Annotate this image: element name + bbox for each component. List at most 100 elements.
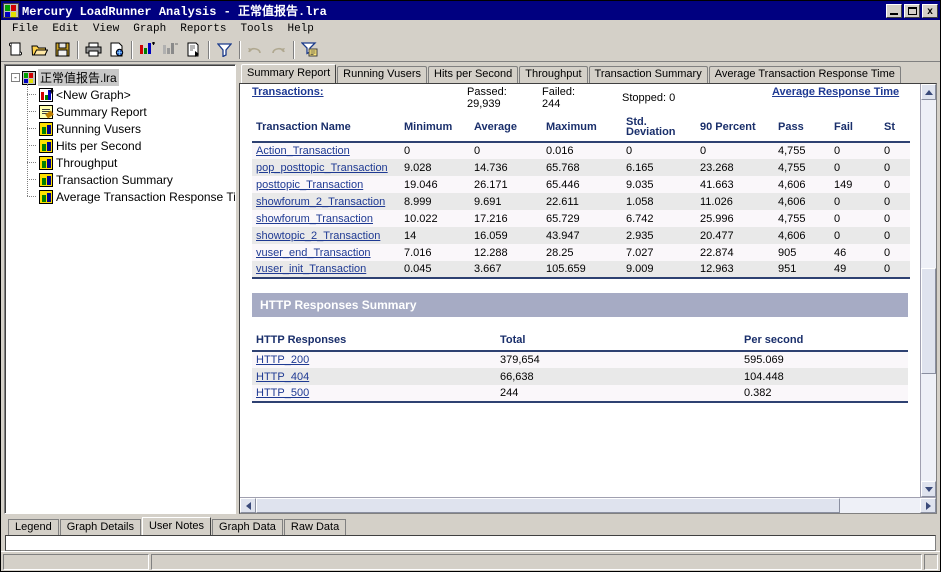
cell-pass: 4,606 <box>774 176 830 193</box>
cell-std: 9.035 <box>622 176 696 193</box>
table-row[interactable]: HTTP_404 66,638 104.448 <box>252 368 908 385</box>
tab-running-vusers[interactable]: Running Vusers <box>337 66 427 83</box>
transaction-name-link[interactable]: showtopic_2_Transaction <box>256 230 380 242</box>
http-response-link[interactable]: HTTP_500 <box>256 387 309 399</box>
tree-item-label: Transaction Summary <box>56 173 173 187</box>
cell-pass: 951 <box>774 261 830 278</box>
tab-graph-data[interactable]: Graph Data <box>212 519 283 535</box>
new-graph-icon[interactable] <box>136 39 158 60</box>
scroll-left-button[interactable] <box>240 498 256 513</box>
tree-item-new-graph[interactable]: + <New Graph> <box>27 86 233 103</box>
graph-icon <box>39 156 53 170</box>
tab-legend[interactable]: Legend <box>8 519 59 535</box>
tree-item-hits-per-second[interactable]: Hits per Second <box>27 137 233 154</box>
horizontal-scroll-thumb[interactable] <box>256 498 840 513</box>
scroll-right-button[interactable] <box>920 498 936 513</box>
menu-edit[interactable]: Edit <box>45 22 85 36</box>
transaction-name-link[interactable]: vuser_init_Transaction <box>256 263 366 275</box>
delete-graph-icon[interactable] <box>159 39 181 60</box>
tree-item-throughput[interactable]: Throughput <box>27 154 233 171</box>
cell-p90: 12.963 <box>696 261 774 278</box>
cell-minimum: 14 <box>400 227 470 244</box>
horizontal-scrollbar[interactable] <box>240 497 936 513</box>
tree-expander[interactable]: - <box>11 73 20 82</box>
tab-graph-details[interactable]: Graph Details <box>60 519 141 535</box>
tab-throughput[interactable]: Throughput <box>519 66 587 83</box>
filter-icon[interactable] <box>213 39 235 60</box>
cell-p90: 23.268 <box>696 159 774 176</box>
table-row[interactable]: showforum_2_Transaction 8.999 9.691 22.6… <box>252 193 910 210</box>
tab-transaction-summary[interactable]: Transaction Summary <box>589 66 708 83</box>
cell-total: 244 <box>496 385 740 402</box>
http-response-link[interactable]: HTTP_404 <box>256 371 309 383</box>
tab-summary-report[interactable]: Summary Report <box>241 64 336 83</box>
tab-average-transaction-response-time[interactable]: Average Transaction Response Time <box>709 66 901 83</box>
http-response-link[interactable]: HTTP_200 <box>256 354 309 366</box>
tab-hits-per-second[interactable]: Hits per Second <box>428 66 518 83</box>
transaction-name-link[interactable]: pop_posttopic_Transaction <box>256 162 388 174</box>
application-window: Mercury LoadRunner Analysis - 正常值报告.lra … <box>0 0 941 572</box>
transaction-name-link[interactable]: vuser_end_Transaction <box>256 247 371 259</box>
user-notes-input[interactable] <box>5 535 936 551</box>
transaction-name-link[interactable]: posttopic_Transaction <box>256 179 363 191</box>
cell-stop: 0 <box>880 244 910 261</box>
tree-item-average-transaction-response-time[interactable]: Average Transaction Response Time <box>27 188 233 205</box>
menu-graph[interactable]: Graph <box>126 22 173 36</box>
print-preview-icon[interactable] <box>105 39 127 60</box>
minimize-button[interactable] <box>886 4 902 18</box>
vertical-scroll-track[interactable] <box>921 100 936 481</box>
table-row[interactable]: HTTP_200 379,654 595.069 <box>252 351 908 368</box>
transaction-name-link[interactable]: Action_Transaction <box>256 145 350 157</box>
save-disk-icon[interactable] <box>51 39 73 60</box>
table-row[interactable]: pop_posttopic_Transaction 9.028 14.736 6… <box>252 159 910 176</box>
menu-help[interactable]: Help <box>280 22 320 36</box>
toolbar-separator <box>293 41 295 59</box>
cell-average: 0 <box>470 142 542 159</box>
average-response-time-link[interactable]: Average Response Time <box>772 86 899 98</box>
menu-tools[interactable]: Tools <box>233 22 280 36</box>
maximize-button[interactable] <box>904 4 920 18</box>
menu-reports[interactable]: Reports <box>173 22 233 36</box>
table-row[interactable]: Action_Transaction 0 0 0.016 0 0 4,755 0… <box>252 142 910 159</box>
tree-root-label: 正常值报告.lra <box>38 69 119 86</box>
table-row[interactable]: showforum_Transaction 10.022 17.216 65.7… <box>252 210 910 227</box>
horizontal-scroll-track[interactable] <box>256 498 920 513</box>
tab-user-notes[interactable]: User Notes <box>142 517 211 535</box>
tree-item-transaction-summary[interactable]: Transaction Summary <box>27 171 233 188</box>
cell-maximum: 105.659 <box>542 261 622 278</box>
tree-item-running-vusers[interactable]: Running Vusers <box>27 120 233 137</box>
tree-item-label: Running Vusers <box>56 122 141 136</box>
graph-icon <box>39 190 53 204</box>
close-button[interactable]: x <box>922 4 938 18</box>
session-tree-panel[interactable]: - 正常值报告.lra + <New Graph> Summa <box>4 64 236 514</box>
table-row[interactable]: vuser_init_Transaction 0.045 3.667 105.6… <box>252 261 910 278</box>
table-row[interactable]: HTTP_500 244 0.382 <box>252 385 908 402</box>
print-icon[interactable] <box>82 39 104 60</box>
menu-file[interactable]: File <box>5 22 45 36</box>
tree-root-node[interactable]: - 正常值报告.lra <box>7 69 233 86</box>
cell-stop: 0 <box>880 261 910 278</box>
scroll-up-button[interactable] <box>921 84 936 100</box>
transaction-name-link[interactable]: showforum_Transaction <box>256 213 373 225</box>
transactions-summary-line: Transactions: Passed: 29,939 Failed: 244… <box>252 84 908 114</box>
tab-raw-data[interactable]: Raw Data <box>284 519 346 535</box>
new-icon[interactable] <box>5 39 27 60</box>
table-row[interactable]: showtopic_2_Transaction 14 16.059 43.947… <box>252 227 910 244</box>
transactions-link[interactable]: Transactions: <box>252 86 467 98</box>
menu-view[interactable]: View <box>86 22 126 36</box>
tree-item-summary-report[interactable]: Summary Report <box>27 103 233 120</box>
redo-icon <box>267 39 289 60</box>
vertical-scroll-thumb[interactable] <box>921 268 936 375</box>
cell-total: 66,638 <box>496 368 740 385</box>
auto-filter-icon[interactable] <box>298 39 320 60</box>
tree-item-label: Hits per Second <box>56 139 141 153</box>
table-row[interactable]: vuser_end_Transaction 7.016 12.288 28.25… <box>252 244 910 261</box>
cell-std: 6.165 <box>622 159 696 176</box>
cell-pass: 4,755 <box>774 210 830 227</box>
scroll-down-button[interactable] <box>921 481 936 497</box>
table-row[interactable]: posttopic_Transaction 19.046 26.171 65.4… <box>252 176 910 193</box>
open-folder-icon[interactable] <box>28 39 50 60</box>
transaction-name-link[interactable]: showforum_2_Transaction <box>256 196 385 208</box>
graph-properties-icon[interactable] <box>182 39 204 60</box>
vertical-scrollbar[interactable] <box>920 84 936 497</box>
